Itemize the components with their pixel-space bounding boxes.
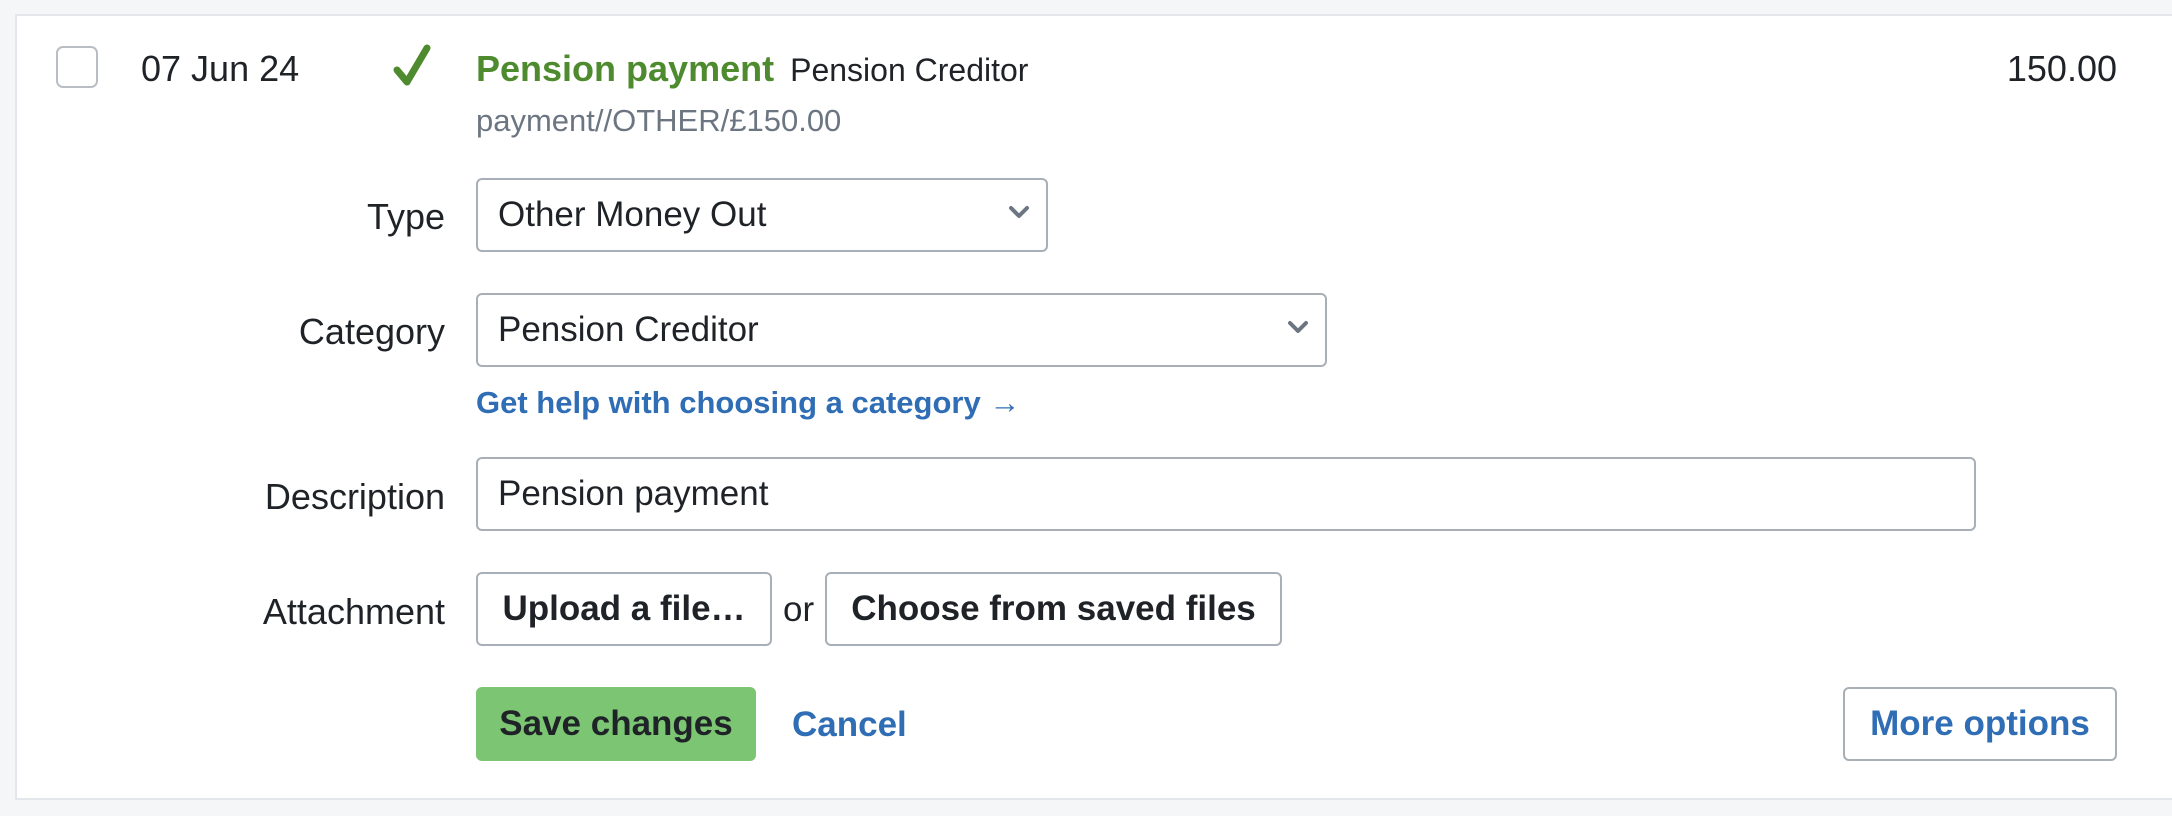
- transaction-title: Pension payment Pension Creditor: [476, 46, 1028, 93]
- description-label: Description: [264, 476, 445, 517]
- type-select[interactable]: Other Money Out: [476, 178, 1048, 252]
- category-select[interactable]: Pension Creditor: [476, 293, 1327, 367]
- category-help-link[interactable]: Get help with choosing a category →: [476, 382, 1020, 424]
- row-select-checkbox[interactable]: [56, 46, 98, 88]
- description-input[interactable]: Pension payment: [476, 457, 1976, 531]
- type-select-value: Other Money Out: [498, 195, 767, 234]
- transaction-reference: payment//OTHER/£150.00: [476, 103, 842, 138]
- transaction-counterparty: Pension Creditor: [790, 52, 1029, 88]
- category-label: Category: [298, 311, 445, 352]
- attachment-label: Attachment: [262, 591, 445, 632]
- more-options-button[interactable]: More options: [1843, 687, 2117, 761]
- checkmark-icon: [393, 44, 431, 86]
- chevron-down-icon: [1288, 321, 1308, 333]
- description-input-value: Pension payment: [498, 474, 769, 513]
- category-select-value: Pension Creditor: [498, 310, 759, 349]
- chevron-down-icon: [1009, 206, 1029, 218]
- transaction-edit-panel: [15, 14, 2172, 800]
- choose-saved-files-button[interactable]: Choose from saved files: [825, 572, 1282, 646]
- save-changes-button[interactable]: Save changes: [476, 687, 756, 761]
- upload-file-button[interactable]: Upload a file…: [476, 572, 772, 646]
- transaction-name: Pension payment: [476, 48, 775, 89]
- transaction-amount: 150.00: [2006, 48, 2117, 89]
- or-text: or: [783, 590, 815, 629]
- type-label: Type: [366, 196, 445, 237]
- transaction-date: 07 Jun 24: [141, 48, 300, 89]
- cancel-link[interactable]: Cancel: [792, 703, 907, 747]
